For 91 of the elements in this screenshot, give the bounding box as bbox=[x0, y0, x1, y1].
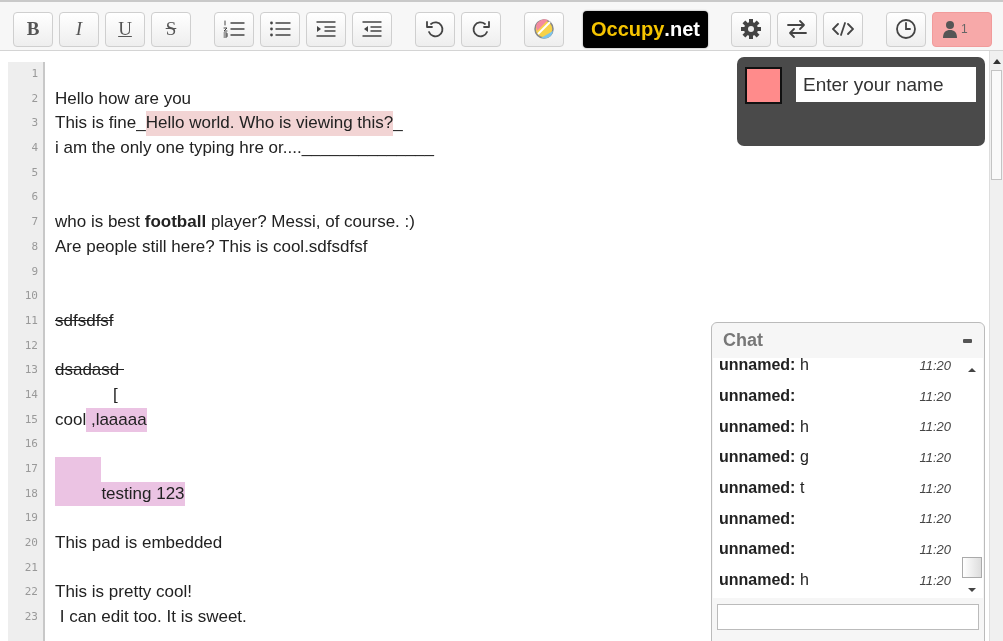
strike-button[interactable]: S bbox=[151, 11, 191, 47]
line-number: 12 bbox=[23, 337, 38, 354]
redo-button[interactable] bbox=[461, 11, 501, 47]
chat-message: unnamed: g bbox=[719, 448, 809, 467]
line-number: 2 bbox=[30, 90, 38, 107]
gear-icon bbox=[739, 18, 762, 40]
chat-message: unnamed: bbox=[719, 387, 796, 406]
message-time: 11:20 bbox=[919, 419, 951, 435]
code-icon bbox=[831, 21, 854, 37]
italic-button[interactable]: I bbox=[59, 11, 99, 47]
text-line: This pad is embedded bbox=[55, 532, 223, 555]
undo-icon bbox=[425, 19, 445, 39]
underline-button[interactable]: U bbox=[105, 11, 145, 47]
scrollbar-thumb[interactable] bbox=[962, 557, 982, 578]
redo-icon bbox=[471, 19, 491, 39]
line-number: 3 bbox=[30, 115, 38, 132]
message-time: 11:20 bbox=[919, 511, 951, 527]
chat-message: unnamed: h bbox=[719, 417, 809, 436]
clock-icon bbox=[894, 18, 917, 40]
outdent-icon bbox=[362, 20, 382, 38]
message-time: 11:20 bbox=[919, 572, 951, 588]
line-number: 8 bbox=[30, 238, 38, 255]
minimize-icon[interactable] bbox=[963, 338, 972, 343]
message-time: 11:20 bbox=[919, 449, 951, 465]
indent-button[interactable] bbox=[306, 11, 346, 47]
line-number: 5 bbox=[30, 164, 38, 181]
line-number: 1 bbox=[30, 66, 38, 82]
message-time: 11:20 bbox=[919, 388, 951, 404]
scrollbar-thumb[interactable] bbox=[991, 70, 1002, 180]
text-line: This is pretty cool! bbox=[55, 581, 192, 604]
chat-message: unnamed: h bbox=[719, 358, 809, 375]
line-number: 6 bbox=[30, 189, 38, 206]
text-line: sdfsdfsf bbox=[55, 309, 114, 332]
line-number: 14 bbox=[23, 386, 38, 403]
message-time: 11:20 bbox=[919, 358, 951, 373]
chat-message: unnamed: t bbox=[719, 479, 805, 498]
message-time: 11:20 bbox=[919, 480, 951, 496]
text-line: cool ,laaaaa bbox=[55, 407, 147, 433]
chat-message: unnamed: bbox=[719, 509, 796, 528]
line-number: 11 bbox=[23, 312, 38, 329]
line-number: 7 bbox=[30, 214, 38, 231]
chat-title: Chat bbox=[723, 330, 763, 351]
scroll-up-icon[interactable] bbox=[992, 59, 1001, 64]
line-number: 22 bbox=[23, 584, 38, 601]
ordered-list-button[interactable] bbox=[214, 11, 254, 47]
embed-button[interactable] bbox=[822, 11, 863, 47]
line-number: 18 bbox=[23, 485, 38, 502]
scroll-down-icon[interactable] bbox=[968, 588, 976, 592]
settings-button[interactable] bbox=[730, 11, 771, 47]
undo-button[interactable] bbox=[415, 11, 455, 47]
color-wheel-icon bbox=[533, 18, 555, 40]
bullet-list-button[interactable] bbox=[260, 11, 300, 47]
bullet-list-icon bbox=[269, 19, 291, 39]
text-line: This is fine_Hello world. Who is viewing this?_ bbox=[55, 111, 403, 137]
user-color-swatch[interactable] bbox=[745, 67, 782, 104]
text-line: I can edit too. It is sweet. bbox=[58, 606, 247, 629]
text-line: i am the only one typing hre or....______________ bbox=[55, 137, 434, 160]
line-number: 13 bbox=[23, 362, 38, 379]
text-line: Are people still here? This is cool.sdfsdfsf bbox=[55, 235, 368, 258]
line-number: 19 bbox=[23, 510, 38, 527]
logo[interactable]: Occupy.net bbox=[583, 10, 708, 48]
line-number: 17 bbox=[23, 461, 38, 477]
text-line: dsadasd bbox=[55, 359, 121, 382]
numbered-list-icon bbox=[223, 19, 245, 39]
text-line: testing 123 bbox=[55, 481, 185, 507]
line-number: 4 bbox=[30, 140, 38, 157]
chat-input-field[interactable] bbox=[717, 604, 979, 630]
history-button[interactable] bbox=[885, 11, 926, 47]
text-line: Hello how are you bbox=[55, 87, 192, 110]
scrollbar[interactable] bbox=[989, 51, 1003, 641]
line-number: 15 bbox=[23, 411, 38, 428]
line-number: 10 bbox=[23, 288, 38, 305]
chat-message: unnamed: h bbox=[719, 571, 809, 590]
import-export-button[interactable] bbox=[776, 11, 817, 47]
scroll-up-icon[interactable] bbox=[968, 368, 976, 372]
name-input-field[interactable]: Enter your name bbox=[796, 67, 976, 102]
message-time: 11:20 bbox=[919, 541, 951, 557]
chat-message: unnamed: bbox=[719, 540, 796, 559]
line-number: 20 bbox=[23, 535, 38, 552]
swap-arrows-icon bbox=[785, 19, 808, 39]
text-line: who is best football player? Messi, of course. :) bbox=[55, 211, 415, 234]
outdent-button[interactable] bbox=[352, 11, 392, 47]
line-number: 23 bbox=[23, 609, 38, 626]
user-icon bbox=[942, 20, 957, 38]
color-button[interactable] bbox=[524, 11, 564, 47]
text-line: [ bbox=[111, 383, 118, 406]
line-number: 9 bbox=[30, 263, 38, 280]
line-number: 21 bbox=[23, 559, 38, 576]
indent-icon bbox=[316, 20, 336, 38]
bold-button[interactable]: B bbox=[13, 11, 53, 47]
line-number: 16 bbox=[23, 436, 38, 453]
